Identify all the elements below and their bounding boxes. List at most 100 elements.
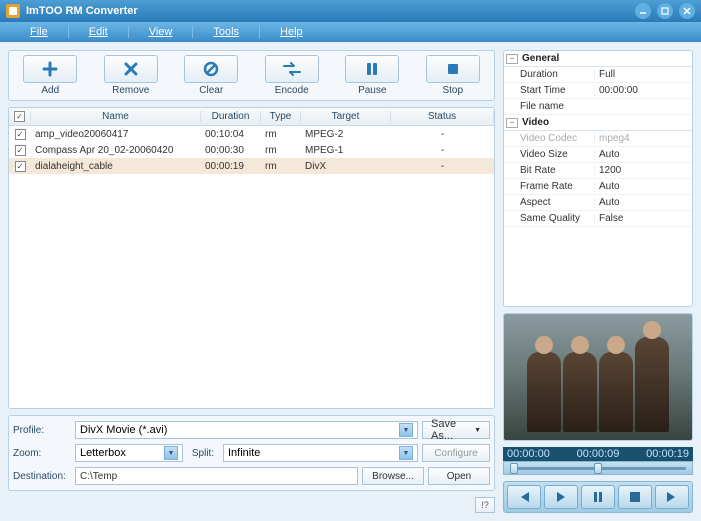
menu-file[interactable]: File — [10, 26, 69, 38]
row-status: - — [391, 145, 494, 156]
column-type[interactable]: Type — [261, 111, 301, 122]
prop-key: Aspect — [504, 197, 594, 208]
prop-value[interactable]: 00:00:00 — [594, 85, 692, 96]
row-checkbox[interactable]: ✓ — [15, 129, 26, 140]
properties-panel[interactable]: −GeneralDurationFullStart Time00:00:00Fi… — [503, 50, 693, 307]
zoom-select[interactable]: Letterbox▼ — [75, 444, 183, 462]
prop-group-head: Video — [520, 117, 549, 128]
row-checkbox[interactable]: ✓ — [15, 161, 26, 172]
row-name: amp_video20060417 — [31, 129, 201, 140]
row-duration: 00:00:30 — [201, 145, 261, 156]
file-row[interactable]: ✓dialaheight_cable00:00:19rmDivX- — [9, 158, 494, 174]
column-status[interactable]: Status — [391, 111, 494, 122]
row-name: Compass Apr 20_02-20060420 — [31, 145, 201, 156]
prop-key: Same Quality — [504, 213, 594, 224]
chevron-down-icon: ▼ — [399, 423, 413, 437]
time-display: 00:00:00 00:00:09 00:00:19 — [503, 447, 693, 461]
pause-icon — [345, 55, 399, 83]
stop-button[interactable] — [618, 485, 652, 509]
maximize-button[interactable] — [657, 3, 673, 19]
prop-key: Video Codec — [504, 133, 594, 144]
close-button[interactable] — [679, 3, 695, 19]
slider-thumb-current[interactable] — [594, 463, 602, 474]
prop-row[interactable]: DurationFull — [504, 67, 692, 83]
toolbar-label: Add — [41, 85, 59, 96]
toolbar-label: Stop — [442, 85, 463, 96]
file-row[interactable]: ✓amp_video2006041700:10:04rmMPEG-2- — [9, 126, 494, 142]
time-end: 00:00:19 — [646, 448, 689, 460]
video-preview[interactable] — [503, 313, 693, 441]
prop-row[interactable]: Same QualityFalse — [504, 211, 692, 227]
file-row[interactable]: ✓Compass Apr 20_02-2006042000:00:30rmMPE… — [9, 142, 494, 158]
prop-row[interactable]: Bit Rate1200 — [504, 163, 692, 179]
settings-panel: Profile: DivX Movie (*.avi)▼ Save As...▼… — [8, 415, 495, 491]
file-list: ✓ Name Duration Type Target Status ✓ amp_… — [8, 107, 495, 409]
column-name[interactable]: Name — [31, 111, 201, 122]
prop-value[interactable]: 1200 — [594, 165, 692, 176]
file-list-header: ✓ Name Duration Type Target Status — [9, 108, 494, 126]
seek-slider[interactable] — [503, 461, 693, 475]
row-target: MPEG-2 — [301, 129, 391, 140]
configure-button[interactable]: Configure — [422, 444, 490, 462]
row-duration: 00:10:04 — [201, 129, 261, 140]
slider-thumb-start[interactable] — [510, 463, 518, 474]
chevron-down-icon: ▼ — [399, 446, 413, 460]
encode-button[interactable]: Encode — [255, 55, 330, 96]
split-select[interactable]: Infinite▼ — [223, 444, 418, 462]
prev-button[interactable] — [507, 485, 541, 509]
remove-button[interactable]: Remove — [94, 55, 169, 96]
zoom-label: Zoom: — [13, 448, 71, 459]
prop-value[interactable]: mpeg4 — [594, 133, 692, 144]
nosign-icon — [184, 55, 238, 83]
prop-row[interactable]: Video SizeAuto — [504, 147, 692, 163]
minimize-button[interactable] — [635, 3, 651, 19]
next-button[interactable] — [655, 485, 689, 509]
prop-key: Video Size — [504, 149, 594, 160]
play-button[interactable] — [544, 485, 578, 509]
profile-select[interactable]: DivX Movie (*.avi)▼ — [75, 421, 418, 439]
toolbar-label: Clear — [199, 85, 223, 96]
prop-key: Duration — [504, 69, 594, 80]
column-target[interactable]: Target — [301, 111, 391, 122]
select-all-checkbox[interactable]: ✓ — [14, 111, 25, 122]
save-as-button[interactable]: Save As...▼ — [422, 421, 490, 439]
browse-button[interactable]: Browse... — [362, 467, 424, 485]
prop-key: Frame Rate — [504, 181, 594, 192]
collapse-icon[interactable]: − — [506, 54, 518, 64]
chevron-down-icon: ▼ — [164, 446, 178, 460]
prop-key: File name — [504, 101, 594, 112]
prop-value[interactable]: Auto — [594, 149, 692, 160]
row-type: rm — [261, 129, 301, 140]
menu-tools[interactable]: Tools — [193, 26, 260, 38]
open-button[interactable]: Open — [428, 467, 490, 485]
menu-edit[interactable]: Edit — [69, 26, 129, 38]
prop-row[interactable]: Start Time00:00:00 — [504, 83, 692, 99]
prop-row[interactable]: AspectAuto — [504, 195, 692, 211]
prop-key: Start Time — [504, 85, 594, 96]
menu-view[interactable]: View — [129, 26, 194, 38]
pause-button[interactable] — [581, 485, 615, 509]
window-title: ImTOO RM Converter — [26, 5, 629, 17]
time-start: 00:00:00 — [507, 448, 550, 460]
pause-button[interactable]: Pause — [335, 55, 410, 96]
prop-value[interactable]: False — [594, 213, 692, 224]
row-checkbox[interactable]: ✓ — [15, 145, 26, 156]
toolbar-label: Encode — [275, 85, 309, 96]
clear-button[interactable]: Clear — [174, 55, 249, 96]
prop-value[interactable]: Full — [594, 69, 692, 80]
prop-value[interactable]: Auto — [594, 197, 692, 208]
prop-row[interactable]: Video Codecmpeg4 — [504, 131, 692, 147]
add-button[interactable]: Add — [13, 55, 88, 96]
prop-row[interactable]: Frame RateAuto — [504, 179, 692, 195]
column-duration[interactable]: Duration — [201, 111, 261, 122]
stop-icon — [426, 55, 480, 83]
prop-row[interactable]: File name — [504, 99, 692, 115]
destination-input[interactable] — [75, 467, 358, 485]
profile-label: Profile: — [13, 425, 71, 436]
collapse-icon[interactable]: − — [506, 118, 518, 128]
x-icon — [104, 55, 158, 83]
prop-value[interactable]: Auto — [594, 181, 692, 192]
stop-button[interactable]: Stop — [416, 55, 491, 96]
help-button[interactable]: !? — [475, 497, 495, 513]
menu-help[interactable]: Help — [260, 26, 323, 38]
